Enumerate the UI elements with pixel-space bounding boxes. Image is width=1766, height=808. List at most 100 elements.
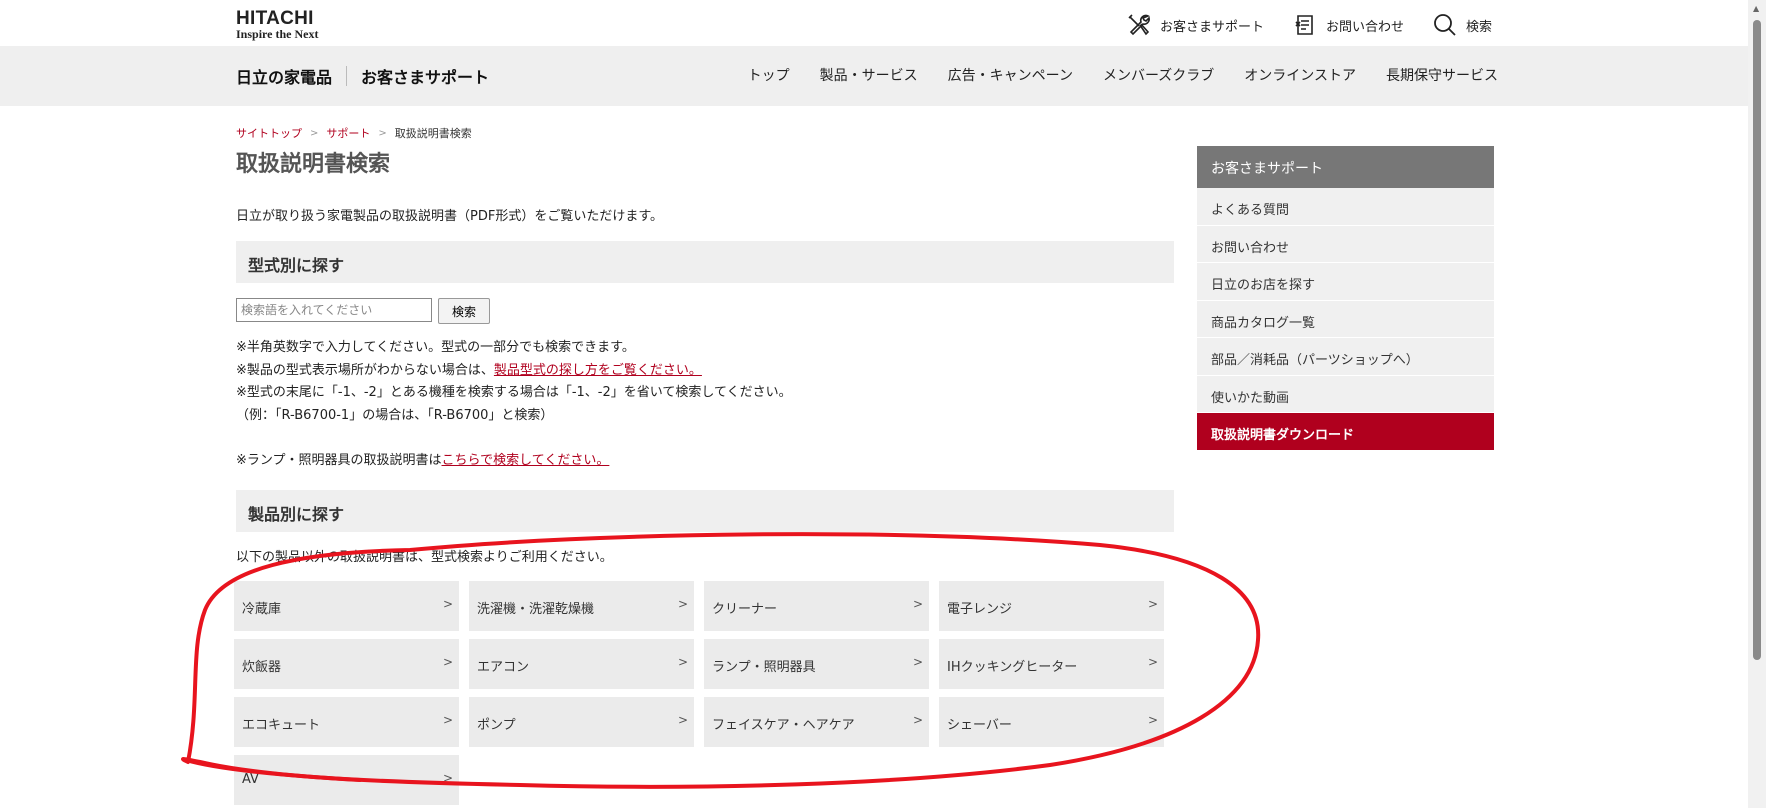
chevron-right-icon: > bbox=[442, 713, 453, 727]
chevron-right-icon: > bbox=[442, 771, 453, 785]
product-label: 電子レンジ bbox=[947, 602, 1013, 617]
breadcrumb-site-top[interactable]: サイトトップ bbox=[236, 125, 302, 141]
gnav-item-members[interactable]: メンバーズクラブ bbox=[1103, 65, 1214, 85]
scroll-up-icon[interactable]: ▲ bbox=[1753, 4, 1759, 13]
chevron-right-icon: > bbox=[442, 655, 453, 669]
lamp-search-link[interactable]: こちらで検索してください。 bbox=[442, 453, 610, 468]
note-line: ※型式の末尾に「-1、-2」とある機種を検索する場合は「-1、-2」を省いて検索… bbox=[236, 385, 792, 400]
search-link[interactable]: 検索 bbox=[1432, 12, 1492, 38]
product-label: エアコン bbox=[477, 660, 530, 675]
product-label: シェーバー bbox=[947, 718, 1012, 733]
chevron-right-icon: > bbox=[912, 597, 923, 611]
support-label: お客さまサポート bbox=[1160, 19, 1265, 35]
top-header: HITACHI Inspire the Next お客さまサポート お問い合わせ bbox=[0, 0, 1748, 46]
breadcrumb-separator: > bbox=[310, 127, 319, 139]
hitachi-logo[interactable]: HITACHI Inspire the Next bbox=[236, 8, 319, 41]
product-tile-microwave[interactable]: 電子レンジ > bbox=[939, 581, 1164, 631]
gnav-item-products[interactable]: 製品・サービス bbox=[820, 65, 918, 85]
breadcrumb: サイトトップ > サポート > 取扱説明書検索 bbox=[236, 125, 472, 141]
tools-icon bbox=[1126, 12, 1152, 38]
page-scrollbar[interactable]: ▲ bbox=[1748, 0, 1766, 808]
form-icon bbox=[1292, 12, 1318, 38]
product-tile-washer[interactable]: 洗濯機・洗濯乾燥機 > bbox=[469, 581, 694, 631]
section-heading-product: 製品別に探す bbox=[236, 490, 1174, 532]
chevron-right-icon: > bbox=[1147, 655, 1158, 669]
sidebar-item-catalog[interactable]: 商品カタログ一覧 bbox=[1197, 300, 1494, 338]
site-subtitle[interactable]: お客さまサポート bbox=[361, 64, 489, 88]
sidebar-item-parts[interactable]: 部品／消耗品（パーツショップへ） bbox=[1197, 338, 1494, 376]
note-line: （例：「R-B6700-1」の場合は、「R-B6700」と検索） bbox=[236, 407, 554, 423]
sidebar-item-store-finder[interactable]: 日立のお店を探す bbox=[1197, 263, 1494, 301]
support-sidebar: お客さまサポート よくある質問 お問い合わせ 日立のお店を探す 商品カタログ一覧… bbox=[1197, 146, 1494, 451]
product-label: エコキュート bbox=[242, 718, 321, 733]
global-nav: 日立の家電品 お客さまサポート トップ 製品・サービス 広告・キャンペーン メン… bbox=[0, 46, 1748, 106]
product-tile-pump[interactable]: ポンプ > bbox=[469, 697, 694, 747]
contact-label: お問い合わせ bbox=[1326, 19, 1405, 35]
note-text: ※製品の型式表示場所がわからない場合は、 bbox=[236, 362, 494, 378]
chevron-right-icon: > bbox=[442, 597, 453, 611]
product-label: フェイスケア・ヘアケア bbox=[712, 718, 855, 733]
chevron-right-icon: > bbox=[912, 655, 923, 669]
page-intro: 日立が取り扱う家電製品の取扱説明書（PDF形式）をご覧いただけます。 bbox=[236, 209, 664, 224]
search-notes: ※半角英数字で入力してください。型式の一部分でも検索できます。 ※製品の型式表示… bbox=[236, 337, 792, 472]
sidebar-item-contact[interactable]: お問い合わせ bbox=[1197, 225, 1494, 263]
product-label: AV bbox=[242, 772, 259, 787]
product-label: 洗濯機・洗濯乾燥機 bbox=[477, 602, 595, 617]
model-location-link[interactable]: 製品型式の探し方をご覧ください。 bbox=[494, 363, 702, 378]
search-icon bbox=[1432, 12, 1458, 38]
gnav-item-campaign[interactable]: 広告・キャンペーン bbox=[948, 65, 1073, 85]
contact-link[interactable]: お問い合わせ bbox=[1292, 12, 1404, 38]
gnav-item-top[interactable]: トップ bbox=[748, 65, 790, 85]
page-title: 取扱説明書検索 bbox=[236, 152, 391, 177]
product-tile-cleaner[interactable]: クリーナー > bbox=[704, 581, 929, 631]
sidebar-item-videos[interactable]: 使いかた動画 bbox=[1197, 375, 1494, 413]
model-search-input[interactable] bbox=[236, 298, 432, 322]
product-tile-refrigerator[interactable]: 冷蔵庫 > bbox=[234, 581, 459, 631]
logo-tagline: Inspire the Next bbox=[236, 27, 319, 41]
note-text: ※ランプ・照明器具の取扱説明書は bbox=[236, 452, 442, 468]
breadcrumb-current: 取扱説明書検索 bbox=[394, 127, 472, 140]
sidebar-item-manual-download[interactable]: 取扱説明書ダウンロード bbox=[1197, 413, 1494, 451]
product-label: ランプ・照明器具 bbox=[712, 660, 816, 675]
sidebar-item-faq[interactable]: よくある質問 bbox=[1197, 188, 1494, 226]
gnav-item-maintenance[interactable]: 長期保守サービス bbox=[1386, 65, 1498, 85]
model-search-button[interactable]: 検索 bbox=[438, 298, 490, 324]
site-title[interactable]: 日立の家電品 bbox=[236, 64, 332, 88]
scrollbar-thumb[interactable] bbox=[1753, 20, 1761, 660]
chevron-right-icon: > bbox=[1147, 713, 1158, 727]
note-line: ※半角英数字で入力してください。型式の一部分でも検索できます。 bbox=[236, 340, 635, 355]
search-label: 検索 bbox=[1466, 19, 1493, 35]
section-title-product: 製品別に探す bbox=[248, 505, 345, 524]
chevron-right-icon: > bbox=[1147, 597, 1158, 611]
breadcrumb-separator: > bbox=[378, 127, 387, 139]
product-tile-ih-heater[interactable]: IHクッキングヒーター > bbox=[939, 639, 1164, 689]
product-label: ポンプ bbox=[477, 718, 516, 733]
product-tile-av[interactable]: AV > bbox=[234, 755, 459, 805]
product-tile-rice-cooker[interactable]: 炊飯器 > bbox=[234, 639, 459, 689]
chevron-right-icon: > bbox=[912, 713, 923, 727]
product-tile-lamp[interactable]: ランプ・照明器具 > bbox=[704, 639, 929, 689]
chevron-right-icon: > bbox=[677, 713, 688, 727]
product-tile-aircon[interactable]: エアコン > bbox=[469, 639, 694, 689]
product-tile-ecocute[interactable]: エコキュート > bbox=[234, 697, 459, 747]
breadcrumb-support[interactable]: サポート bbox=[326, 125, 370, 141]
product-tile-shaver[interactable]: シェーバー > bbox=[939, 697, 1164, 747]
note-spacer bbox=[236, 427, 792, 450]
note-line: ※ランプ・照明器具の取扱説明書はこちらで検索してください。 bbox=[236, 450, 792, 473]
product-tile-facecare[interactable]: フェイスケア・ヘアケア > bbox=[704, 697, 929, 747]
support-link[interactable]: お客さまサポート bbox=[1126, 12, 1264, 38]
product-intro: 以下の製品以外の取扱説明書は、型式検索よりご利用ください。 bbox=[236, 550, 613, 565]
logo-brand: HITACHI bbox=[236, 8, 314, 29]
product-label: 冷蔵庫 bbox=[242, 602, 282, 617]
gnav-menu: トップ 製品・サービス 広告・キャンペーン メンバーズクラブ オンラインストア … bbox=[718, 65, 1498, 85]
product-label: クリーナー bbox=[712, 602, 778, 617]
model-search-form: 検索 bbox=[236, 298, 490, 324]
chevron-right-icon: > bbox=[677, 597, 688, 611]
section-heading-model: 型式別に探す bbox=[236, 241, 1174, 283]
sidebar-title[interactable]: お客さまサポート bbox=[1197, 146, 1494, 188]
note-line: ※製品の型式表示場所がわからない場合は、製品型式の探し方をご覧ください。 bbox=[236, 360, 792, 383]
site-title-divider bbox=[346, 66, 347, 86]
gnav-item-store[interactable]: オンラインストア bbox=[1244, 65, 1356, 85]
section-title-model: 型式別に探す bbox=[248, 256, 345, 275]
chevron-right-icon: > bbox=[677, 655, 688, 669]
